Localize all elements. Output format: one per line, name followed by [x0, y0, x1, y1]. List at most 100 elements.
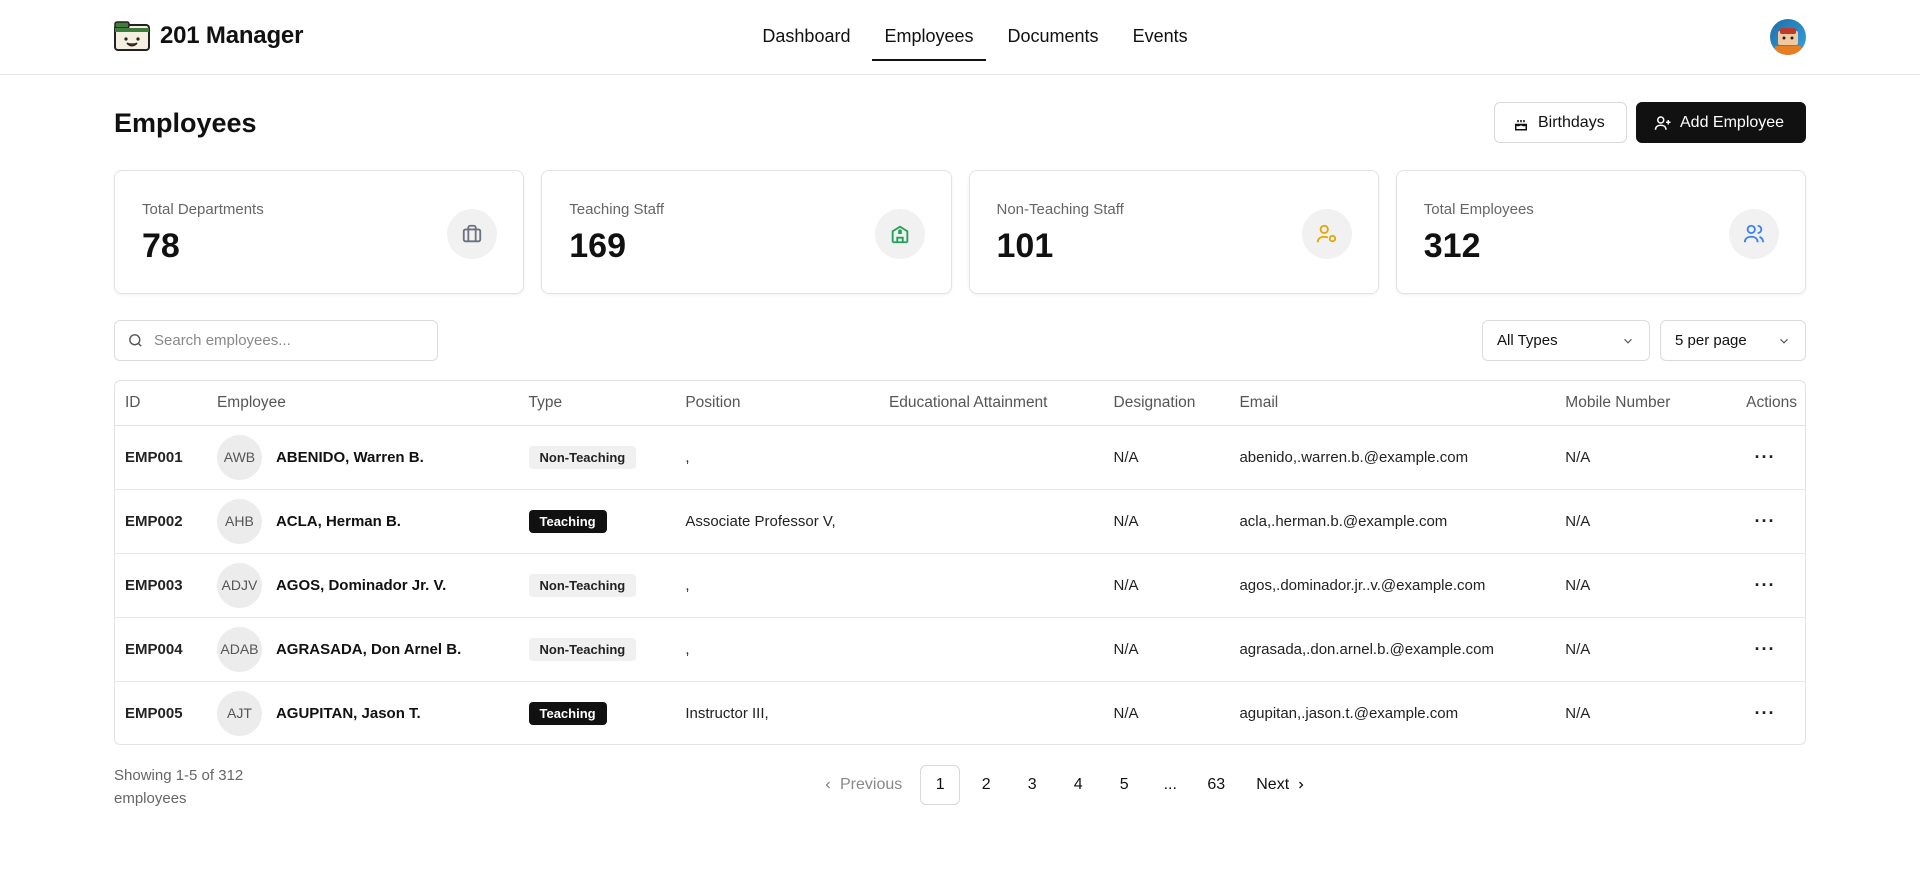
- column-header[interactable]: Designation: [1103, 381, 1230, 426]
- chevron-down-icon: [1780, 338, 1788, 344]
- stat-label: Total Departments: [142, 201, 264, 218]
- column-header[interactable]: Position: [675, 381, 879, 426]
- column-header[interactable]: Mobile Number: [1555, 381, 1725, 426]
- mobile-cell: N/A: [1565, 704, 1591, 722]
- type-badge: Non-Teaching: [528, 573, 637, 597]
- page-button-5[interactable]: 5: [1104, 765, 1144, 805]
- nav-documents[interactable]: Documents: [996, 0, 1111, 61]
- mobile-cell: N/A: [1555, 489, 1725, 554]
- row-actions-button[interactable]: ···: [1725, 617, 1805, 682]
- nav-dashboard[interactable]: Dashboard: [750, 0, 862, 61]
- type-filter-select[interactable]: All Types: [1482, 320, 1650, 361]
- type-cell: Teaching: [519, 681, 676, 744]
- email-cell: abenido,.warren.b.@example.com: [1229, 425, 1556, 490]
- employee-name[interactable]: ACLA, Herman B.: [276, 513, 401, 530]
- education-cell: [879, 681, 1104, 744]
- stat-value: 78: [142, 227, 180, 265]
- more-horizontal-icon: ···: [1754, 446, 1776, 467]
- per-page-select[interactable]: 5 per page: [1660, 320, 1806, 361]
- previous-label: Previous: [840, 776, 903, 793]
- table-row[interactable]: EMP003 ADJV AGOS, Dominador Jr. V. Non-Te…: [115, 553, 1805, 618]
- page-button-2[interactable]: 2: [966, 765, 1006, 805]
- employee-cell: ADAB AGRASADA, Don Arnel B.: [206, 617, 519, 682]
- school-icon: [874, 209, 925, 259]
- stat-label: Non-Teaching Staff: [996, 201, 1124, 218]
- employee-cell: AJT AGUPITAN, Jason T.: [207, 681, 519, 744]
- row-actions-button[interactable]: ···: [1725, 489, 1805, 554]
- stat-value: 312: [1423, 227, 1481, 265]
- type-cell: Non-Teaching: [518, 553, 676, 618]
- stat-value: 101: [996, 227, 1054, 265]
- stat-card-departments: Total Departments 78: [114, 170, 525, 294]
- next-page-button[interactable]: Next: [1242, 765, 1321, 805]
- pagination: Previous 1 2 3 4 5 ... 63 Next: [810, 765, 1321, 805]
- column-header[interactable]: Employee: [206, 381, 519, 426]
- nav-events[interactable]: Events: [1121, 0, 1200, 61]
- chevron-down-icon: [1624, 338, 1632, 344]
- next-label: Next: [1256, 776, 1290, 793]
- avatar: ADAB: [216, 626, 262, 672]
- stat-value: 169: [569, 227, 626, 265]
- row-actions-button[interactable]: ···: [1725, 681, 1805, 744]
- page-title: Employees: [114, 108, 257, 138]
- search-input[interactable]: [154, 332, 414, 349]
- birthdays-label: Birthdays: [1538, 113, 1605, 131]
- mobile-cell: N/A: [1555, 425, 1725, 490]
- cake-icon: [1515, 119, 1527, 130]
- add-employee-button[interactable]: Add Employee: [1636, 102, 1806, 143]
- users-icon: [1729, 209, 1779, 259]
- type-badge: Teaching: [528, 701, 607, 725]
- table-header-row: ID Employee Type Position Educational At…: [115, 381, 1805, 426]
- more-horizontal-icon: ···: [1754, 510, 1776, 531]
- designation-cell: N/A: [1103, 425, 1230, 490]
- avatar: AWB: [216, 434, 262, 480]
- page-button-3[interactable]: 3: [1012, 765, 1052, 805]
- more-horizontal-icon: ···: [1754, 702, 1776, 723]
- employee-name[interactable]: ABENIDO, Warren B.: [276, 449, 424, 466]
- stat-card-total-employees: Total Employees 312: [1395, 170, 1806, 294]
- designation-cell: N/A: [1103, 489, 1230, 554]
- brand[interactable]: 201 Manager: [114, 20, 303, 52]
- column-header[interactable]: Educational Attainment: [878, 381, 1104, 426]
- row-actions-button[interactable]: ···: [1725, 425, 1805, 490]
- previous-page-button[interactable]: Previous: [810, 765, 914, 805]
- education-cell: [878, 489, 1104, 554]
- employee-name[interactable]: AGRASADA, Don Arnel B.: [276, 641, 461, 658]
- column-header[interactable]: Email: [1229, 381, 1556, 426]
- pagination-ellipsis: ...: [1163, 776, 1177, 793]
- employee-name[interactable]: AGOS, Dominador Jr. V.: [276, 577, 446, 594]
- type-badge: Non-Teaching: [528, 445, 637, 469]
- page-button-63[interactable]: 63: [1196, 765, 1236, 805]
- mobile-cell: N/A: [1555, 617, 1725, 682]
- page-button-1[interactable]: 1: [920, 765, 961, 805]
- employee-id: EMP004: [115, 617, 207, 682]
- type-cell: Teaching: [518, 489, 676, 554]
- table-row[interactable]: EMP004 ADAB AGRASADA, Don Arnel B. Non-Te…: [115, 617, 1805, 682]
- stat-label: Teaching Staff: [569, 201, 665, 218]
- user-avatar[interactable]: [1770, 19, 1806, 55]
- stat-card-teaching: Teaching Staff 169: [541, 170, 952, 294]
- position-cell: ,: [675, 425, 879, 490]
- avatar-image-icon: [1775, 28, 1801, 55]
- type-badge: Non-Teaching: [528, 637, 637, 661]
- birthdays-button[interactable]: Birthdays: [1494, 102, 1627, 143]
- employee-id: EMP005: [125, 704, 183, 722]
- row-actions-button[interactable]: ···: [1725, 553, 1805, 618]
- email-cell: agrasada,.don.arnel.b.@example.com: [1229, 617, 1556, 682]
- nav-employees[interactable]: Employees: [872, 0, 986, 61]
- table-row[interactable]: EMP002 AHB ACLA, Herman B. Teaching Assoc…: [115, 489, 1805, 554]
- email-cell: acla,.herman.b.@example.com: [1229, 489, 1556, 554]
- position-cell: ,: [675, 553, 879, 618]
- table-row[interactable]: EMP005 AJT AGUPITAN, Jason T. Teaching In…: [115, 681, 1805, 744]
- showing-count-text: Showing 1-5 of 312 employees: [114, 767, 244, 807]
- position-cell: Associate Professor V,: [675, 489, 879, 554]
- column-header[interactable]: Type: [518, 381, 676, 426]
- more-horizontal-icon: ···: [1754, 638, 1776, 659]
- page-button-4[interactable]: 4: [1058, 765, 1098, 805]
- column-header[interactable]: ID: [115, 381, 207, 426]
- employee-cell: ADJV AGOS, Dominador Jr. V.: [206, 553, 519, 618]
- chevron-left-icon: [825, 781, 830, 789]
- employee-name[interactable]: AGUPITAN, Jason T.: [276, 705, 421, 722]
- education-cell: [878, 425, 1104, 490]
- table-row[interactable]: EMP001 AWB ABENIDO, Warren B. Non-Teachin…: [115, 425, 1805, 490]
